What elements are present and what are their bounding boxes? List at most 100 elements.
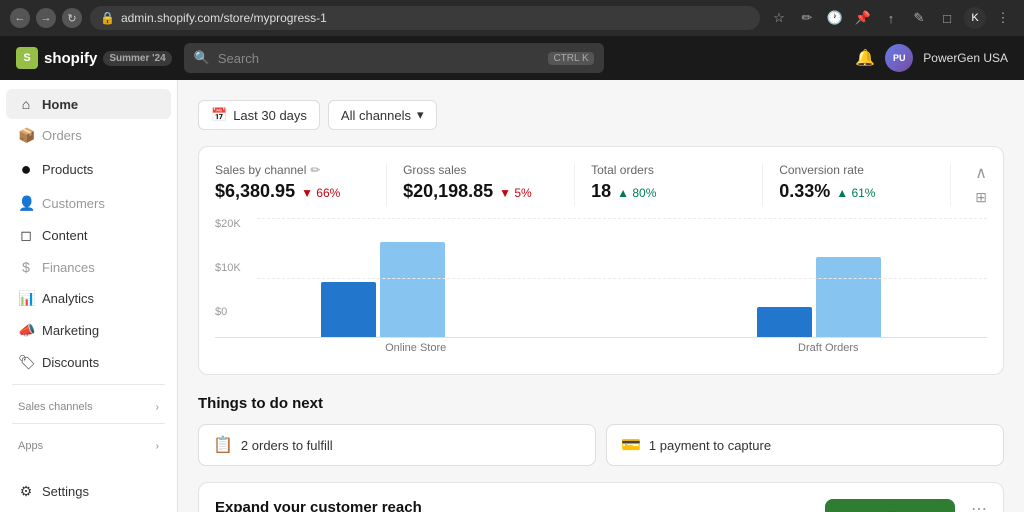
marketing-icon: 📣 — [18, 322, 34, 339]
sales-channels-label: Sales channels — [18, 401, 93, 413]
sales-chart-card: Sales by channel ✏ $6,380.95 ▼ 66% Gross… — [198, 146, 1004, 375]
conversion-rate-value: 0.33% — [779, 181, 830, 202]
apps-arrow-icon: › — [156, 441, 159, 452]
summer-badge: Summer '24 — [103, 51, 171, 66]
chart-metrics-header: Sales by channel ✏ $6,380.95 ▼ 66% Gross… — [215, 163, 987, 206]
account-icon[interactable]: K — [964, 7, 986, 29]
total-orders-value: 18 — [591, 181, 611, 202]
y-label-20k: $20K — [215, 218, 253, 230]
todo-section-title: Things to do next — [198, 395, 1004, 412]
menu-icon[interactable]: ⋮ — [992, 7, 1014, 29]
chart-group-online-store — [215, 242, 551, 337]
pin-icon[interactable]: 📌 — [852, 7, 874, 29]
user-avatar[interactable]: PU — [885, 44, 913, 72]
sidebar-item-finances[interactable]: $ Finances — [6, 252, 171, 282]
content-area: 📅 Last 30 days All channels ▾ Sales by c… — [178, 80, 1024, 512]
sidebar-bottom: ⚙ Settings — [0, 476, 177, 507]
sidebar-item-home[interactable]: ⌂ Home — [6, 89, 171, 119]
sidebar: ⌂ Home 📦 Orders ● Products 👤 Customers ◻… — [0, 80, 178, 512]
sales-change: ▼ 66% — [301, 186, 340, 200]
finances-icon: $ — [18, 259, 34, 275]
gridline-mid — [257, 278, 987, 279]
url-bar[interactable]: 🔒 admin.shopify.com/store/myprogress-1 — [90, 6, 760, 30]
sidebar-item-products[interactable]: ● Products — [6, 152, 171, 187]
bar-chart: $20K $10K $0 — [215, 218, 987, 358]
todo-items-row: 📋 2 orders to fulfill 💳 1 payment to cap… — [198, 424, 1004, 466]
filters-row: 📅 Last 30 days All channels ▾ — [198, 100, 1004, 130]
forward-button[interactable]: → — [36, 8, 56, 28]
refresh-button[interactable]: ↻ — [62, 8, 82, 28]
share-icon[interactable]: ↑ — [880, 7, 902, 29]
sidebar-section-sales-channels[interactable]: Sales channels › — [0, 391, 177, 417]
total-orders-change: ▲ 80% — [617, 186, 656, 200]
pen-icon[interactable]: ✏ — [796, 7, 818, 29]
fulfill-orders-label: 2 orders to fulfill — [241, 438, 333, 453]
capture-payment-label: 1 payment to capture — [649, 438, 771, 453]
global-search[interactable]: 🔍 Search CTRL K — [184, 43, 604, 73]
sidebar-section-apps[interactable]: Apps › — [0, 430, 177, 456]
edit-metric-icon[interactable]: ✏ — [310, 163, 320, 177]
settings-icon: ⚙ — [18, 483, 34, 500]
capture-payment-button[interactable]: 💳 1 payment to capture — [606, 424, 1004, 466]
gross-sales-title: Gross sales — [403, 163, 558, 177]
home-icon: ⌂ — [18, 96, 34, 112]
card-collapse-icon[interactable]: ∧ — [975, 163, 987, 183]
sidebar-item-settings[interactable]: ⚙ Settings — [6, 476, 171, 507]
channel-filter-button[interactable]: All channels ▾ — [328, 100, 437, 130]
edit2-icon[interactable]: ✎ — [908, 7, 930, 29]
sales-channels-arrow-icon: › — [156, 402, 159, 413]
bar-online-store-dark — [321, 282, 376, 337]
bar-draft-orders-dark — [757, 307, 812, 337]
chart-bars-area — [215, 218, 987, 338]
customers-icon: 👤 — [18, 195, 34, 212]
card-expand-icon[interactable]: ⊞ — [975, 189, 987, 206]
bookmark-icon[interactable]: ☆ — [768, 7, 790, 29]
metric-value-sales: $6,380.95 ▼ 66% — [215, 181, 370, 202]
shopify-wordmark: shopify — [44, 50, 97, 67]
chart-inner: $20K $10K $0 — [215, 218, 987, 338]
sidebar-label-finances: Finances — [42, 260, 95, 275]
search-shortcut-badge: CTRL K — [548, 52, 593, 65]
browser-nav-controls: ← → ↻ — [10, 8, 82, 28]
sidebar-item-marketing[interactable]: 📣 Marketing — [6, 315, 171, 346]
sidebar-label-products: Products — [42, 162, 93, 177]
url-text: admin.shopify.com/store/myprogress-1 — [121, 11, 327, 25]
extensions-icon[interactable]: □ — [936, 7, 958, 29]
orders-icon: 📦 — [18, 127, 34, 144]
gross-sales-change: ▼ 5% — [499, 186, 532, 200]
sidebar-item-discounts[interactable]: 🏷 Discounts — [6, 347, 171, 378]
date-filter-button[interactable]: 📅 Last 30 days — [198, 100, 320, 130]
sidebar-label-discounts: Discounts — [42, 355, 99, 370]
sidebar-label-content: Content — [42, 228, 88, 243]
sidebar-item-content[interactable]: ◻ Content — [6, 220, 171, 251]
bar-online-store-light — [380, 242, 445, 337]
search-placeholder: Search — [218, 51, 259, 66]
browser-action-icons: ☆ ✏ 🕐 📌 ↑ ✎ □ K ⋮ — [768, 7, 1014, 29]
notification-bell-icon[interactable]: 🔔 — [855, 48, 875, 68]
conversion-rate-title: Conversion rate — [779, 163, 934, 177]
back-button[interactable]: ← — [10, 8, 30, 28]
card-more-options-icon[interactable]: ⋯ — [971, 499, 987, 512]
sidebar-item-analytics[interactable]: 📊 Analytics — [6, 283, 171, 314]
logo-letter: S — [23, 52, 30, 64]
x-label-online-store: Online Store — [257, 342, 574, 354]
card-illustration — [825, 499, 955, 512]
y-label-0: $0 — [215, 306, 253, 318]
sales-channel-metric-label: Sales by channel — [215, 163, 306, 177]
sidebar-label-customers: Customers — [42, 196, 105, 211]
conversion-rate-change: ▲ 61% — [836, 186, 875, 200]
sidebar-item-orders[interactable]: 📦 Orders — [6, 120, 171, 151]
sidebar-label-settings: Settings — [42, 484, 89, 499]
sidebar-label-orders: Orders — [42, 128, 82, 143]
sidebar-label-marketing: Marketing — [42, 323, 99, 338]
sidebar-label-analytics: Analytics — [42, 291, 94, 306]
chart-x-axis: Online Store Draft Orders — [257, 342, 987, 354]
channel-filter-label: All channels — [341, 108, 411, 123]
url-lock-icon: 🔒 — [100, 11, 115, 25]
apps-label: Apps — [18, 440, 43, 452]
nav-right-section: 🔔 PU PowerGen USA — [855, 44, 1008, 72]
fulfill-orders-button[interactable]: 📋 2 orders to fulfill — [198, 424, 596, 466]
sidebar-item-customers[interactable]: 👤 Customers — [6, 188, 171, 219]
expand-card-title: Expand your customer reach — [215, 499, 809, 512]
history-icon[interactable]: 🕐 — [824, 7, 846, 29]
